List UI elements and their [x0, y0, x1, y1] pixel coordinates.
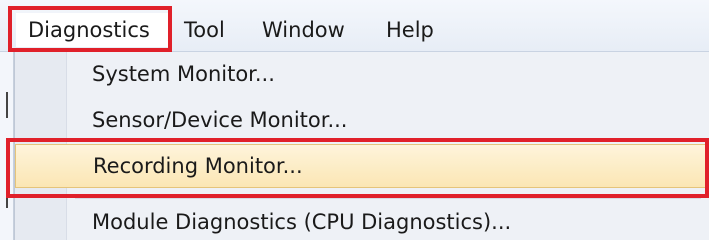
menu-item-module-diagnostics[interactable]: Module Diagnostics (CPU Diagnostics)... [15, 200, 709, 244]
menu-item-sensor-device-monitor[interactable]: Sensor/Device Monitor... [15, 98, 709, 142]
menu-window[interactable]: Window [262, 13, 345, 47]
menu-diagnostics[interactable]: Diagnostics [16, 13, 168, 47]
menu-item-label: Sensor/Device Monitor... [92, 108, 348, 132]
menu-item-system-monitor[interactable]: System Monitor... [15, 52, 709, 96]
diagnostics-dropdown-menu: System Monitor... Sensor/Device Monitor.… [14, 52, 709, 240]
menu-bar: Diagnostics Tool Window Help [0, 0, 709, 52]
menu-tool[interactable]: Tool [184, 13, 225, 47]
menu-item-label: Module Diagnostics (CPU Diagnostics)... [92, 210, 512, 234]
gutter-mark [6, 182, 8, 208]
menu-help[interactable]: Help [386, 13, 434, 47]
menu-help-label: Help [386, 18, 434, 42]
menu-tool-label: Tool [184, 18, 225, 42]
menu-item-recording-monitor[interactable]: Recording Monitor... [15, 144, 709, 188]
gutter-mark [6, 92, 8, 118]
menu-window-label: Window [262, 18, 345, 42]
menu-item-label: System Monitor... [92, 62, 275, 86]
menu-separator [75, 198, 701, 199]
menu-item-label: Recording Monitor... [93, 154, 303, 178]
left-window-edge [0, 52, 14, 240]
menu-diagnostics-label: Diagnostics [28, 18, 150, 42]
